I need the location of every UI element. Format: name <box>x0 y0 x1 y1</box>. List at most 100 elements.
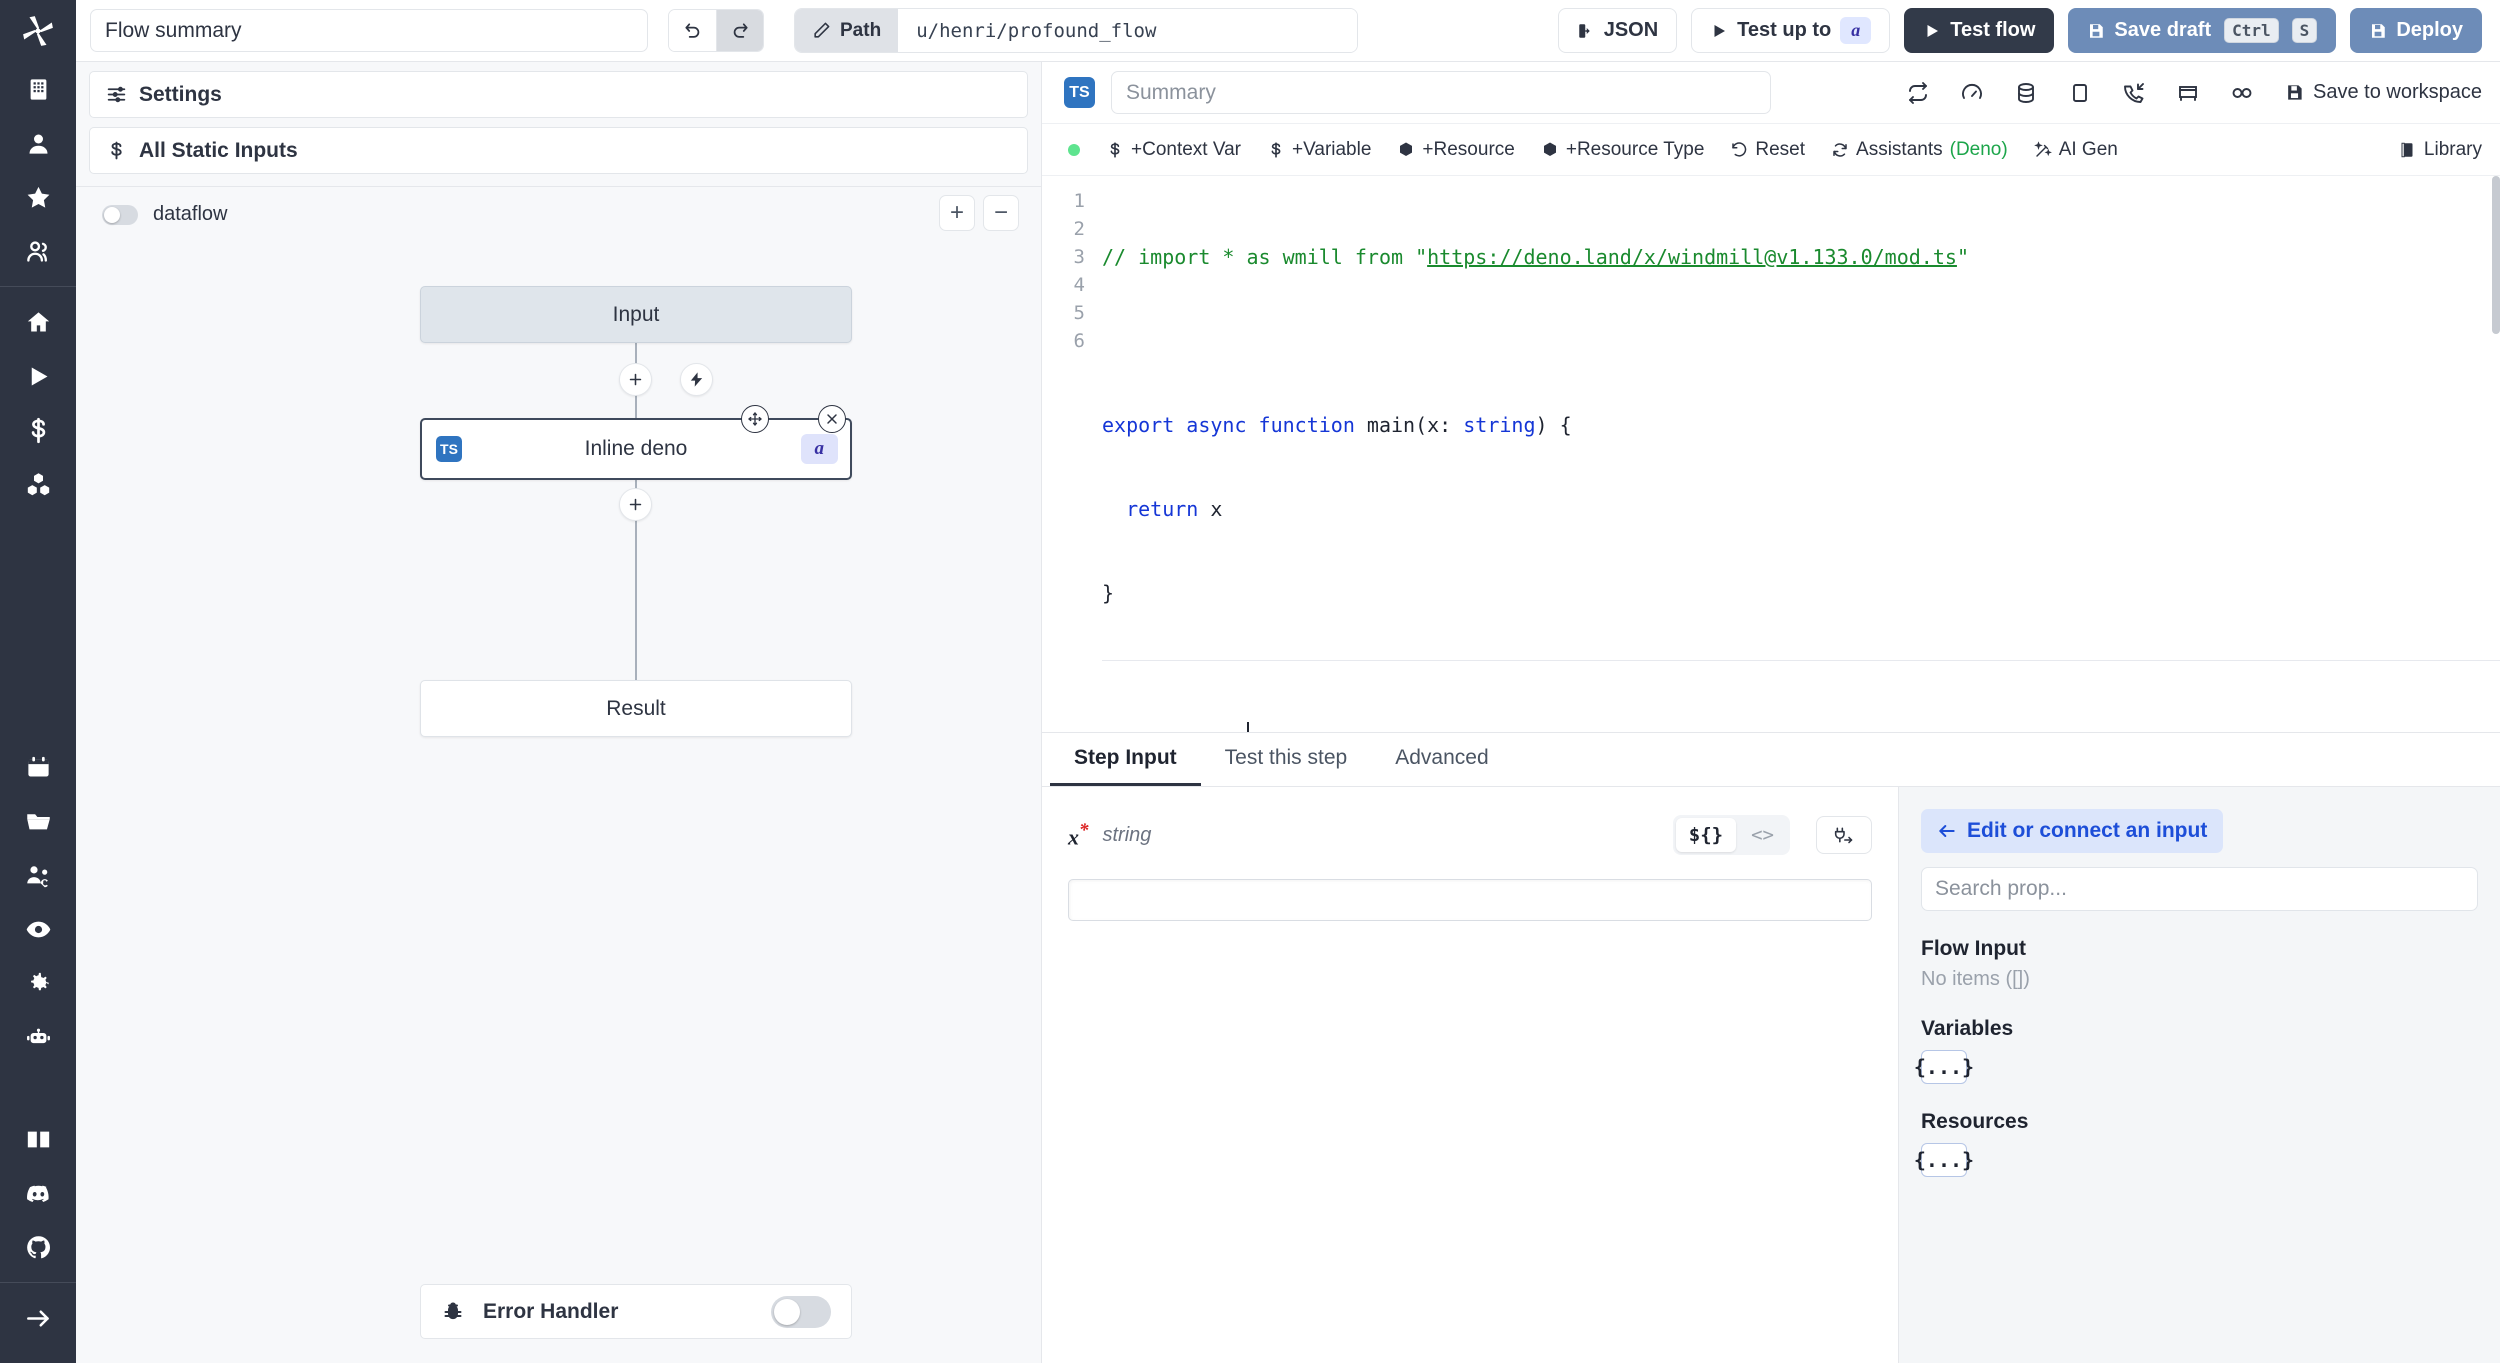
pencil-icon <box>814 22 830 38</box>
flow-node-result-label: Result <box>606 696 666 720</box>
sidebar-item-github[interactable] <box>0 1220 76 1274</box>
code-scrollbar[interactable] <box>2492 176 2500 334</box>
error-handler-row[interactable]: Error Handler <box>420 1284 852 1339</box>
sidebar-item-workspace[interactable] <box>0 62 76 116</box>
concurrency-button[interactable] <box>1953 74 1991 112</box>
suspend-button[interactable] <box>2115 74 2153 112</box>
sidebar-item-expand-sidebar[interactable] <box>0 1291 76 1345</box>
path-value[interactable]: u/henri/profound_flow <box>898 9 1358 52</box>
add-branch-button[interactable] <box>680 363 713 396</box>
path-control[interactable]: Path u/henri/profound_flow <box>794 8 1359 53</box>
sidebar-item-folders[interactable] <box>0 794 76 848</box>
edit-or-connect-button[interactable]: Edit or connect an input <box>1921 809 2224 853</box>
cache-button[interactable] <box>2007 74 2045 112</box>
lifetime-button[interactable] <box>2223 74 2261 112</box>
flow-canvas[interactable]: Input TS Inline deno a Result Error Hand… <box>76 242 1041 1363</box>
sidebar-item-members[interactable] <box>0 848 76 902</box>
assistants-button[interactable]: Assistants (Deno) <box>1831 139 2008 161</box>
database-icon <box>2018 82 2034 103</box>
path-edit-button[interactable]: Path <box>795 9 899 52</box>
sidebar-item-schedules[interactable] <box>0 740 76 794</box>
sidebar-item-docs[interactable] <box>0 1112 76 1166</box>
book-icon <box>2401 142 2413 157</box>
flow-node-input[interactable]: Input <box>420 286 852 343</box>
argument-mode-group: ${} <> <box>1672 815 1790 855</box>
flow-node-result[interactable]: Result <box>420 680 852 737</box>
undo-redo-group <box>668 9 764 52</box>
sidebar-item-favorites[interactable] <box>0 170 76 224</box>
add-resource-button[interactable]: +Resource <box>1397 139 1515 161</box>
json-button[interactable]: JSON <box>1557 8 1678 53</box>
reset-button[interactable]: Reset <box>1730 139 1805 161</box>
add-variable-button[interactable]: +Variable <box>1267 139 1371 161</box>
sidebar-item-user[interactable] <box>0 116 76 170</box>
flow-input-empty: No items ([]) <box>1921 968 2030 990</box>
sidebar-item-resources[interactable] <box>0 457 76 511</box>
retries-button[interactable] <box>1899 74 1937 112</box>
code-token: " <box>1956 245 1969 269</box>
eye-icon <box>26 921 50 937</box>
add-step-button-bottom[interactable] <box>619 488 652 521</box>
test-flow-button[interactable]: Test flow <box>1904 8 2055 53</box>
add-step-button-top[interactable] <box>619 363 652 396</box>
mode-expression-button[interactable]: ${} <box>1675 818 1737 852</box>
sidebar-item-runs[interactable] <box>0 349 76 403</box>
code-token: (x: <box>1415 413 1464 437</box>
code-token: ) { <box>1535 413 1572 437</box>
sidebar-item-workers[interactable] <box>0 1010 76 1064</box>
argument-value-input[interactable] <box>1068 879 1872 921</box>
tab-test-this-step[interactable]: Test this step <box>1201 733 1372 786</box>
mock-button[interactable] <box>2169 74 2207 112</box>
arrow-right-icon <box>26 1309 49 1327</box>
early-stop-button[interactable] <box>2061 74 2099 112</box>
code-editor[interactable]: 1 2 3 4 5 6 // import * as wmill from "h… <box>1042 176 2500 733</box>
flow-summary-input[interactable] <box>90 9 648 52</box>
text-caret <box>1246 722 1249 732</box>
search-prop-input[interactable] <box>1921 867 2478 911</box>
settings-accordion[interactable]: Settings <box>89 71 1028 118</box>
zoom-in-button[interactable]: + <box>939 195 975 231</box>
add-resource-type-button[interactable]: +Resource Type <box>1541 139 1704 161</box>
tab-step-input[interactable]: Step Input <box>1050 733 1201 786</box>
mode-code-button[interactable]: <> <box>1738 818 1787 852</box>
deploy-button[interactable]: Deploy <box>2350 8 2482 53</box>
connect-input-button[interactable] <box>1816 816 1872 854</box>
sidebar-item-groups[interactable] <box>0 224 76 278</box>
redo-button[interactable] <box>716 10 763 51</box>
move-step-handle[interactable] <box>741 405 769 433</box>
close-icon <box>827 414 837 424</box>
variables-object-button[interactable]: {...} <box>1914 1050 1974 1084</box>
assistants-label: Assistants <box>1856 138 1943 160</box>
sidebar-item-home[interactable] <box>0 295 76 349</box>
save-draft-button[interactable]: Save draft Ctrl S <box>2068 8 2337 53</box>
step-summary-input[interactable] <box>1111 71 1771 114</box>
settings-accordion-label: Settings <box>139 82 222 106</box>
resources-object-button[interactable]: {...} <box>1914 1143 1974 1177</box>
save-to-workspace-button[interactable]: Save to workspace <box>2285 81 2482 104</box>
sidebar-item-audit-logs[interactable] <box>0 902 76 956</box>
add-context-var-button[interactable]: +Context Var <box>1106 139 1241 161</box>
code-token: export async function <box>1102 413 1367 437</box>
zoom-out-button[interactable]: − <box>983 195 1019 231</box>
sidebar-item-settings[interactable] <box>0 956 76 1010</box>
error-handler-toggle[interactable] <box>771 1295 831 1328</box>
dollar-icon <box>1271 141 1281 158</box>
code-content[interactable]: // import * as wmill from "https://deno.… <box>1098 176 2500 732</box>
editor-lang-badge-ts: TS <box>1064 77 1095 108</box>
section-title-resources: Resources <box>1921 1110 2029 1133</box>
ai-gen-button[interactable]: AI Gen <box>2033 139 2118 161</box>
static-inputs-accordion[interactable]: All Static Inputs <box>89 127 1028 174</box>
undo-button[interactable] <box>669 10 716 51</box>
sidebar-item-discord[interactable] <box>0 1166 76 1220</box>
tab-advanced[interactable]: Advanced <box>1371 733 1512 786</box>
library-button[interactable]: Library <box>2399 139 2482 161</box>
dataflow-toggle[interactable] <box>102 204 138 225</box>
flow-node-step-a[interactable]: TS Inline deno a <box>420 418 852 480</box>
test-up-to-button[interactable]: Test up to a <box>1691 8 1891 53</box>
remove-step-button[interactable] <box>818 405 846 433</box>
sidebar-divider <box>0 286 76 287</box>
panel-icon <box>2179 85 2197 101</box>
sidebar-item-variables[interactable] <box>0 403 76 457</box>
app-logo[interactable] <box>0 0 76 62</box>
